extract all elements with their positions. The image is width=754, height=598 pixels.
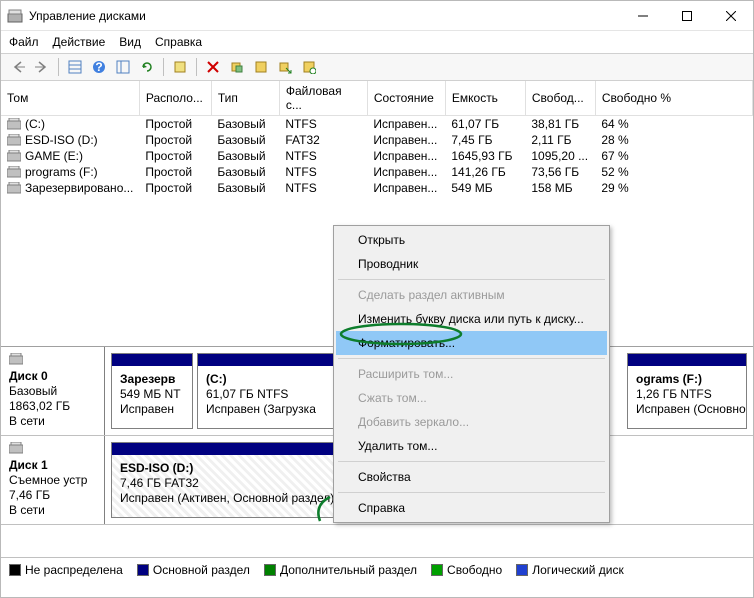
menu-item: Добавить зеркало... — [336, 410, 607, 434]
menu-item: Сжать том... — [336, 386, 607, 410]
titlebar: Управление дисками — [1, 1, 753, 31]
menu-item[interactable]: Свойства — [336, 465, 607, 489]
column-header[interactable]: Свобод... — [525, 81, 595, 116]
menu-item: Расширить том... — [336, 362, 607, 386]
legend: Не распределена Основной раздел Дополнител… — [1, 557, 753, 581]
disk-info[interactable]: Диск 1Съемное устр7,46 ГБВ сети — [1, 436, 105, 524]
menu-action[interactable]: Действие — [53, 35, 106, 49]
legend-item: Основной раздел — [137, 563, 250, 577]
menu-item[interactable]: Изменить букву диска или путь к диску... — [336, 307, 607, 331]
partition[interactable]: Зарезерв549 МБ NTИсправен — [111, 353, 193, 429]
menu-file[interactable]: Файл — [9, 35, 39, 49]
context-menu: ОткрытьПроводник Сделать раздел активнымИ… — [333, 225, 610, 523]
disk-mgmt-icon — [7, 8, 23, 24]
menu-item[interactable]: Проводник — [336, 252, 607, 276]
column-header[interactable]: Свободно % — [595, 81, 752, 116]
legend-item: Логический диск — [516, 563, 624, 577]
volume-row[interactable]: GAME (E:)ПростойБазовыйNTFSИсправен...16… — [1, 148, 753, 164]
menu-item[interactable]: Форматировать... — [336, 331, 607, 355]
volume-row[interactable]: ESD-ISO (D:)ПростойБазовыйFAT32Исправен.… — [1, 132, 753, 148]
help-icon[interactable]: ? — [88, 56, 110, 78]
volume-name: programs (F:) — [25, 165, 98, 179]
partition[interactable]: ograms (F:)1,26 ГБ NTFSИсправен (Основно… — [627, 353, 747, 429]
column-header[interactable]: Тип — [211, 81, 279, 116]
delete-icon[interactable] — [202, 56, 224, 78]
column-header[interactable]: Располо... — [139, 81, 211, 116]
properties-icon[interactable] — [169, 56, 191, 78]
action1-icon[interactable] — [226, 56, 248, 78]
volume-name: (C:) — [25, 117, 45, 131]
legend-item: Дополнительный раздел — [264, 563, 417, 577]
menu-item[interactable]: Открыть — [336, 228, 607, 252]
volume-name: Зарезервировано... — [25, 181, 133, 195]
partition[interactable]: (C:)61,07 ГБ NTFSИсправен (Загрузка — [197, 353, 345, 429]
view-detail-icon[interactable] — [112, 56, 134, 78]
volume-row[interactable]: programs (F:)ПростойБазовыйNTFSИсправен.… — [1, 164, 753, 180]
volume-name: ESD-ISO (D:) — [25, 133, 98, 147]
menu-separator — [338, 358, 605, 359]
column-header[interactable]: Состояние — [367, 81, 445, 116]
disk-info[interactable]: Диск 0Базовый1863,02 ГБВ сети — [1, 347, 105, 435]
menu-item[interactable]: Удалить том... — [336, 434, 607, 458]
menu-separator — [338, 279, 605, 280]
toolbar: ? — [1, 53, 753, 81]
back-button[interactable] — [7, 56, 29, 78]
legend-item: Не распределена — [9, 563, 123, 577]
menu-help[interactable]: Справка — [155, 35, 202, 49]
menu-separator — [338, 492, 605, 493]
refresh-icon[interactable] — [136, 56, 158, 78]
view-list-icon[interactable] — [64, 56, 86, 78]
action4-icon[interactable] — [298, 56, 320, 78]
column-header[interactable]: Том — [1, 81, 139, 116]
menu-view[interactable]: Вид — [119, 35, 141, 49]
close-button[interactable] — [709, 1, 753, 31]
volume-row[interactable]: (C:)ПростойБазовыйNTFSИсправен...61,07 Г… — [1, 116, 753, 133]
window-buttons — [621, 1, 753, 31]
svg-text:?: ? — [95, 60, 102, 74]
column-header[interactable]: Файловая с... — [279, 81, 367, 116]
menu-item: Сделать раздел активным — [336, 283, 607, 307]
maximize-button[interactable] — [665, 1, 709, 31]
legend-item: Свободно — [431, 563, 502, 577]
menubar: Файл Действие Вид Справка — [1, 31, 753, 53]
window-title: Управление дисками — [29, 9, 621, 23]
volume-row[interactable]: Зарезервировано...ПростойБазовыйNTFSИспр… — [1, 180, 753, 196]
menu-separator — [338, 461, 605, 462]
column-header[interactable]: Емкость — [445, 81, 525, 116]
forward-button[interactable] — [31, 56, 53, 78]
volume-name: GAME (E:) — [25, 149, 83, 163]
action3-icon[interactable] — [274, 56, 296, 78]
minimize-button[interactable] — [621, 1, 665, 31]
action2-icon[interactable] — [250, 56, 272, 78]
menu-item[interactable]: Справка — [336, 496, 607, 520]
